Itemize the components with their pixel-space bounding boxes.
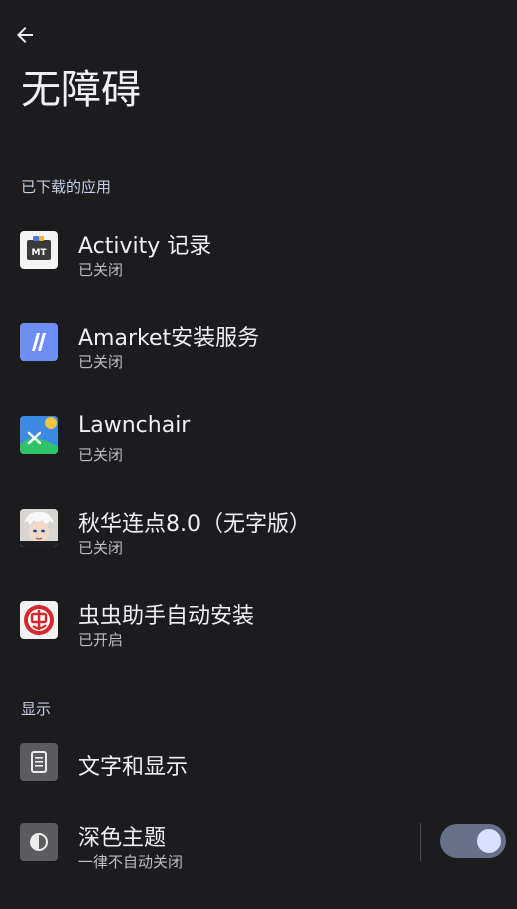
back-button[interactable] (10, 20, 40, 50)
list-item-qiuhua[interactable]: 秋华连点8.0（无字版） 已关闭 (0, 493, 517, 565)
list-item-title: Activity 记录 (78, 234, 212, 259)
lawnchair-icon (20, 416, 58, 454)
list-item-status: 已开启 (78, 631, 124, 649)
list-item-status: 已关闭 (78, 446, 124, 464)
switch-thumb (477, 829, 501, 853)
dark-theme-icon (20, 823, 58, 861)
list-item-chongchong[interactable]: 虫虫助手自动安装 已开启 (0, 585, 517, 657)
list-item-activity[interactable]: MT Activity 记录 已关闭 (0, 215, 517, 287)
list-item-lawnchair[interactable]: Lawnchair 已关闭 (0, 400, 517, 472)
list-item-dark-theme[interactable]: 深色主题 一律不自动关闭 (0, 807, 517, 879)
list-item-title: 虫虫助手自动安装 (78, 604, 255, 629)
list-item-status: 已关闭 (78, 261, 124, 279)
text-display-icon (20, 743, 58, 781)
section-header-downloaded-apps: 已下载的应用 (21, 178, 112, 196)
list-item-status: 一律不自动关闭 (78, 853, 184, 871)
list-item-title: 秋华连点8.0（无字版） (78, 512, 311, 537)
divider (420, 823, 421, 861)
activity-mt-icon: MT (20, 231, 58, 269)
arrow-left-icon (17, 27, 33, 43)
amarket-icon (20, 323, 58, 361)
avatar-app-icon (20, 509, 58, 547)
list-item-status: 已关闭 (78, 353, 124, 371)
section-header-display: 显示 (21, 700, 52, 718)
page-title: 无障碍 (21, 67, 141, 113)
dark-theme-switch[interactable] (440, 824, 506, 858)
list-item-title: 文字和显示 (78, 755, 189, 780)
list-item-title: Lawnchair (78, 413, 191, 438)
list-item-title: Amarket安装服务 (78, 326, 260, 351)
svg-text:MT: MT (31, 248, 47, 258)
chongchong-icon (20, 601, 58, 639)
list-item-title: 深色主题 (78, 826, 167, 851)
list-item-status: 已关闭 (78, 539, 124, 557)
list-item-amarket[interactable]: Amarket安装服务 已关闭 (0, 307, 517, 379)
list-item-text-display[interactable]: 文字和显示 (0, 727, 517, 799)
